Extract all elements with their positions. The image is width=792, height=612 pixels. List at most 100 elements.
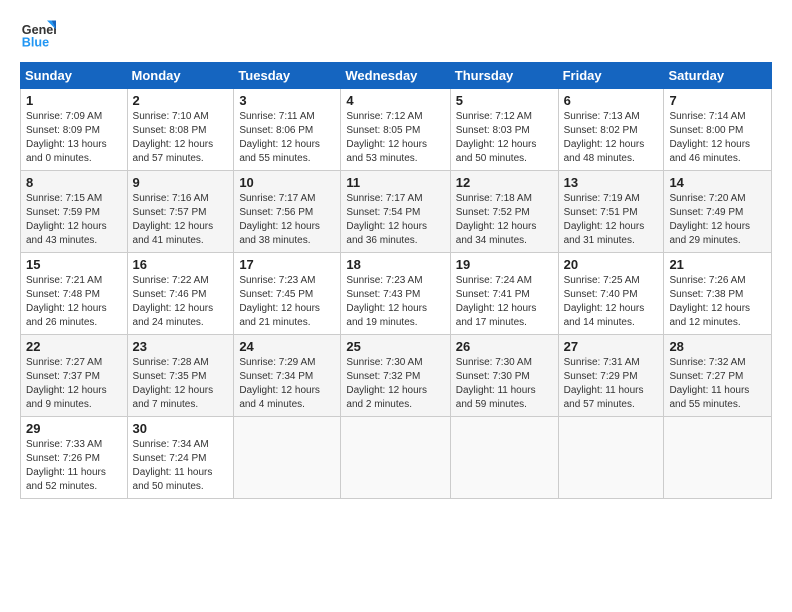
sunset-text: Sunset: 7:32 PM xyxy=(346,370,444,384)
sunset-text: Sunset: 7:45 PM xyxy=(239,288,335,302)
calendar-cell: 28Sunrise: 7:32 AMSunset: 7:27 PMDayligh… xyxy=(664,335,772,417)
calendar-cell: 11Sunrise: 7:17 AMSunset: 7:54 PMDayligh… xyxy=(341,171,450,253)
calendar-cell: 13 Sunrise: 7:19 AMSunset: 7:51 PMDayligh… xyxy=(558,171,664,253)
calendar-cell: 5Sunrise: 7:12 AMSunset: 8:03 PMDaylight… xyxy=(450,89,558,171)
calendar-header-tuesday: Tuesday xyxy=(234,63,341,89)
sunrise-text: Sunrise: 7:34 AM xyxy=(133,438,229,452)
sunset-text: Sunset: 8:03 PM xyxy=(456,124,553,138)
calendar-cell: 27Sunrise: 7:31 AMSunset: 7:29 PMDayligh… xyxy=(558,335,664,417)
calendar-header-row: SundayMondayTuesdayWednesdayThursdayFrid… xyxy=(21,63,772,89)
day-info: Sunrise: 7:19 AMSunset: 7:51 PMDaylight:… xyxy=(564,192,659,248)
sunrise-text: Sunrise: 7:28 AM xyxy=(133,356,229,370)
day-info: Sunrise: 7:34 AMSunset: 7:24 PMDaylight:… xyxy=(133,438,229,494)
day-number: 13 xyxy=(564,175,659,190)
calendar-cell: 8Sunrise: 7:15 AMSunset: 7:59 PMDaylight… xyxy=(21,171,128,253)
sunset-text: Sunset: 7:57 PM xyxy=(133,206,229,220)
day-number: 22 xyxy=(26,339,122,354)
sunrise-text: Sunrise: 7:23 AM xyxy=(239,274,335,288)
calendar-cell: 24Sunrise: 7:29 AMSunset: 7:34 PMDayligh… xyxy=(234,335,341,417)
calendar-cell: 18Sunrise: 7:23 AMSunset: 7:43 PMDayligh… xyxy=(341,253,450,335)
day-info: Sunrise: 7:17 AMSunset: 7:56 PMDaylight:… xyxy=(239,192,335,248)
calendar-week-row: 8Sunrise: 7:15 AMSunset: 7:59 PMDaylight… xyxy=(21,171,772,253)
sunset-text: Sunset: 8:08 PM xyxy=(133,124,229,138)
day-number: 3 xyxy=(239,93,335,108)
calendar-cell: 26Sunrise: 7:30 AMSunset: 7:30 PMDayligh… xyxy=(450,335,558,417)
sunset-text: Sunset: 7:56 PM xyxy=(239,206,335,220)
calendar-cell: 10Sunrise: 7:17 AMSunset: 7:56 PMDayligh… xyxy=(234,171,341,253)
daylight-text: Daylight: 12 hours and 48 minutes. xyxy=(564,138,659,166)
calendar-cell: 9 Sunrise: 7:16 AMSunset: 7:57 PMDaylight… xyxy=(127,171,234,253)
day-number: 4 xyxy=(346,93,444,108)
day-number: 16 xyxy=(133,257,229,272)
day-info: Sunrise: 7:15 AMSunset: 7:59 PMDaylight:… xyxy=(26,192,122,248)
calendar-cell xyxy=(234,417,341,499)
day-info: Sunrise: 7:18 AMSunset: 7:52 PMDaylight:… xyxy=(456,192,553,248)
daylight-text: Daylight: 12 hours and 34 minutes. xyxy=(456,220,553,248)
sunrise-text: Sunrise: 7:31 AM xyxy=(564,356,659,370)
sunset-text: Sunset: 7:41 PM xyxy=(456,288,553,302)
day-number: 17 xyxy=(239,257,335,272)
day-number: 30 xyxy=(133,421,229,436)
calendar-cell: 17Sunrise: 7:23 AMSunset: 7:45 PMDayligh… xyxy=(234,253,341,335)
day-info: Sunrise: 7:16 AMSunset: 7:57 PMDaylight:… xyxy=(133,192,229,248)
sunrise-text: Sunrise: 7:20 AM xyxy=(669,192,766,206)
daylight-text: Daylight: 12 hours and 24 minutes. xyxy=(133,302,229,330)
daylight-text: Daylight: 12 hours and 43 minutes. xyxy=(26,220,122,248)
sunset-text: Sunset: 7:40 PM xyxy=(564,288,659,302)
calendar-header-wednesday: Wednesday xyxy=(341,63,450,89)
sunset-text: Sunset: 8:05 PM xyxy=(346,124,444,138)
sunrise-text: Sunrise: 7:16 AM xyxy=(133,192,229,206)
sunset-text: Sunset: 7:38 PM xyxy=(669,288,766,302)
sunrise-text: Sunrise: 7:15 AM xyxy=(26,192,122,206)
sunrise-text: Sunrise: 7:12 AM xyxy=(346,110,444,124)
sunrise-text: Sunrise: 7:32 AM xyxy=(669,356,766,370)
day-info: Sunrise: 7:11 AMSunset: 8:06 PMDaylight:… xyxy=(239,110,335,166)
day-number: 11 xyxy=(346,175,444,190)
daylight-text: Daylight: 11 hours and 59 minutes. xyxy=(456,384,553,412)
day-info: Sunrise: 7:22 AMSunset: 7:46 PMDaylight:… xyxy=(133,274,229,330)
sunset-text: Sunset: 7:54 PM xyxy=(346,206,444,220)
sunset-text: Sunset: 7:59 PM xyxy=(26,206,122,220)
day-info: Sunrise: 7:30 AMSunset: 7:32 PMDaylight:… xyxy=(346,356,444,412)
sunrise-text: Sunrise: 7:30 AM xyxy=(346,356,444,370)
daylight-text: Daylight: 12 hours and 41 minutes. xyxy=(133,220,229,248)
day-number: 24 xyxy=(239,339,335,354)
sunrise-text: Sunrise: 7:14 AM xyxy=(669,110,766,124)
day-info: Sunrise: 7:25 AMSunset: 7:40 PMDaylight:… xyxy=(564,274,659,330)
calendar-header-thursday: Thursday xyxy=(450,63,558,89)
sunrise-text: Sunrise: 7:24 AM xyxy=(456,274,553,288)
calendar-cell: 3 Sunrise: 7:11 AMSunset: 8:06 PMDaylight… xyxy=(234,89,341,171)
day-info: Sunrise: 7:30 AMSunset: 7:30 PMDaylight:… xyxy=(456,356,553,412)
day-number: 29 xyxy=(26,421,122,436)
sunset-text: Sunset: 7:49 PM xyxy=(669,206,766,220)
day-number: 19 xyxy=(456,257,553,272)
day-info: Sunrise: 7:12 AMSunset: 8:03 PMDaylight:… xyxy=(456,110,553,166)
sunset-text: Sunset: 8:09 PM xyxy=(26,124,122,138)
svg-text:Blue: Blue xyxy=(22,36,49,50)
calendar-cell: 16 Sunrise: 7:22 AMSunset: 7:46 PMDayligh… xyxy=(127,253,234,335)
page: General Blue SundayMondayTuesdayWednesda… xyxy=(0,0,792,612)
calendar-cell: 1Sunrise: 7:09 AMSunset: 8:09 PMDaylight… xyxy=(21,89,128,171)
day-number: 9 xyxy=(133,175,229,190)
calendar-cell: 15Sunrise: 7:21 AMSunset: 7:48 PMDayligh… xyxy=(21,253,128,335)
day-number: 25 xyxy=(346,339,444,354)
sunrise-text: Sunrise: 7:33 AM xyxy=(26,438,122,452)
calendar-week-row: 22Sunrise: 7:27 AMSunset: 7:37 PMDayligh… xyxy=(21,335,772,417)
day-info: Sunrise: 7:24 AMSunset: 7:41 PMDaylight:… xyxy=(456,274,553,330)
day-info: Sunrise: 7:28 AMSunset: 7:35 PMDaylight:… xyxy=(133,356,229,412)
day-info: Sunrise: 7:23 AMSunset: 7:43 PMDaylight:… xyxy=(346,274,444,330)
daylight-text: Daylight: 12 hours and 9 minutes. xyxy=(26,384,122,412)
sunset-text: Sunset: 7:51 PM xyxy=(564,206,659,220)
sunset-text: Sunset: 7:35 PM xyxy=(133,370,229,384)
day-number: 6 xyxy=(564,93,659,108)
calendar-header-saturday: Saturday xyxy=(664,63,772,89)
day-number: 27 xyxy=(564,339,659,354)
calendar-cell: 12Sunrise: 7:18 AMSunset: 7:52 PMDayligh… xyxy=(450,171,558,253)
calendar-cell: 4Sunrise: 7:12 AMSunset: 8:05 PMDaylight… xyxy=(341,89,450,171)
sunrise-text: Sunrise: 7:26 AM xyxy=(669,274,766,288)
sunrise-text: Sunrise: 7:22 AM xyxy=(133,274,229,288)
calendar-cell: 22Sunrise: 7:27 AMSunset: 7:37 PMDayligh… xyxy=(21,335,128,417)
daylight-text: Daylight: 12 hours and 38 minutes. xyxy=(239,220,335,248)
day-info: Sunrise: 7:21 AMSunset: 7:48 PMDaylight:… xyxy=(26,274,122,330)
calendar-cell: 30 Sunrise: 7:34 AMSunset: 7:24 PMDayligh… xyxy=(127,417,234,499)
